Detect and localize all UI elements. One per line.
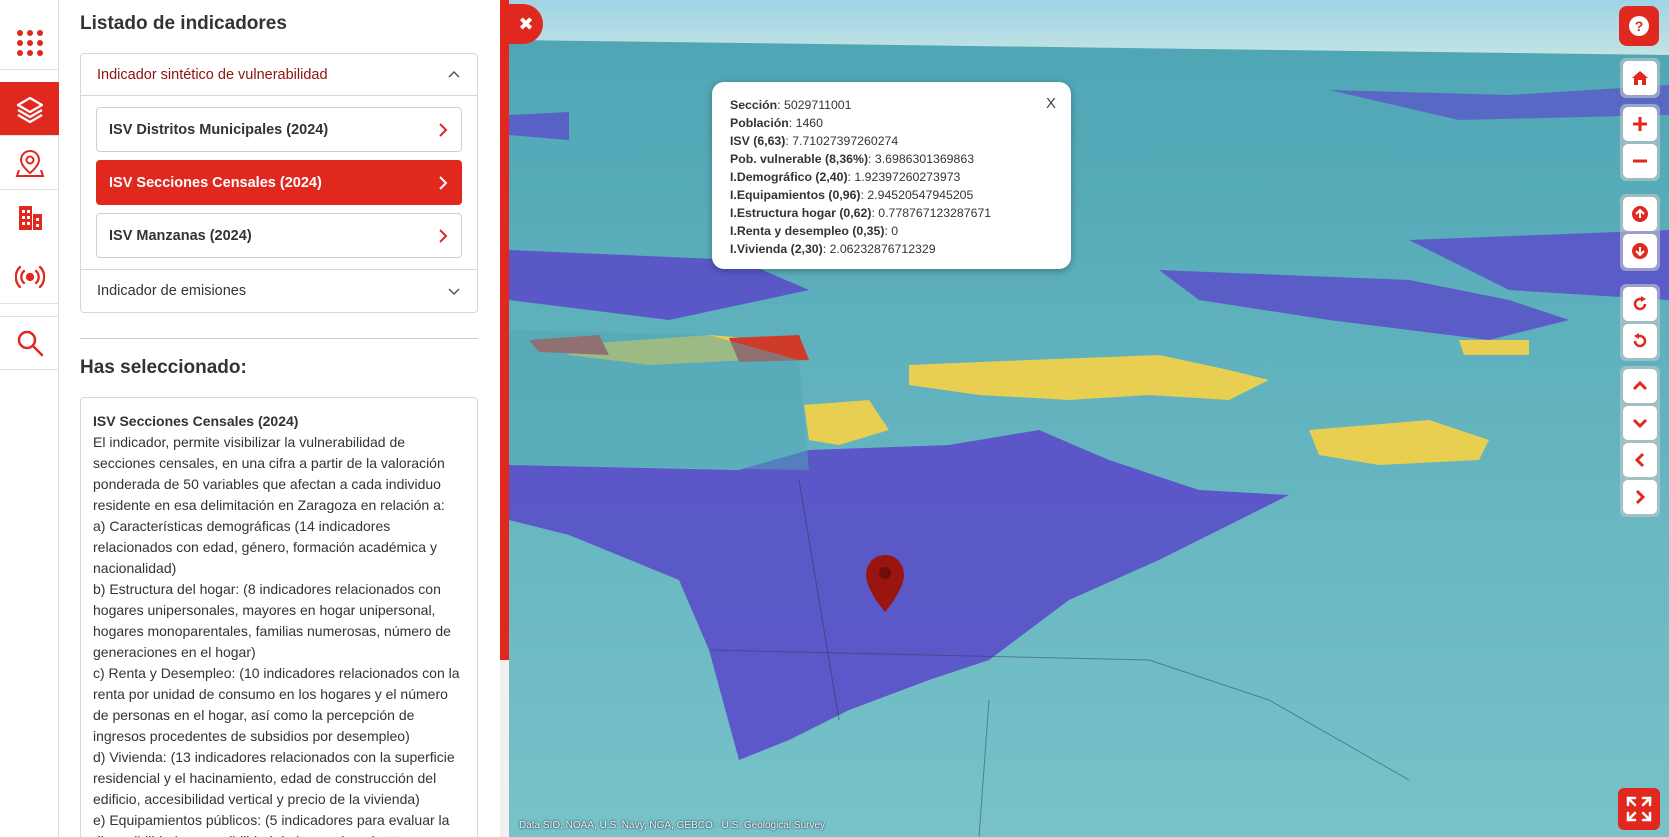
help-button[interactable]: ?	[1619, 6, 1659, 46]
icon-rail	[0, 0, 59, 837]
search-icon	[17, 330, 43, 357]
rotate-controls	[1620, 284, 1660, 361]
pan-controls	[1620, 366, 1660, 517]
popup-row-poblacion: Población: 1460	[730, 116, 823, 130]
plus-icon	[1633, 117, 1647, 131]
indicator-item-label: ISV Distritos Municipales (2024)	[109, 121, 329, 138]
help-icon: ?	[1629, 16, 1649, 36]
panel-title: Listado de indicadores	[80, 13, 287, 34]
indicator-description: ISV Secciones Censales (2024) El indicad…	[80, 397, 478, 837]
popup-row-isv: ISV (6,63): 7.71027397260274	[730, 134, 899, 148]
pan-left-button[interactable]	[1623, 443, 1657, 477]
home-icon	[1632, 71, 1648, 85]
home-button[interactable]	[1623, 61, 1657, 95]
zoom-out-button[interactable]	[1623, 144, 1657, 178]
indicators-accordion: Indicador sintético de vulnerabilidad IS…	[80, 53, 478, 313]
accordion-group-emissions[interactable]: Indicador de emisiones	[81, 270, 477, 312]
indicator-item-label: ISV Secciones Censales (2024)	[109, 174, 322, 191]
indicators-panel: Listado de indicadores Indicador sintéti…	[59, 0, 500, 837]
description-item-c: c) Renta y Desempleo: (10 indicadores re…	[93, 665, 460, 744]
panel-scroll-track	[500, 660, 509, 837]
map-attribution: Data SIO, NOAA, U.S. Navy, NGA, GEBCO · …	[519, 820, 826, 831]
chevron-left-icon	[1634, 452, 1645, 468]
pan-down-button[interactable]	[1623, 406, 1657, 440]
chevron-down-icon	[1632, 418, 1648, 429]
svg-text:?: ?	[1635, 18, 1644, 34]
arrow-down-circle-icon	[1632, 243, 1648, 259]
panel-resize-handle[interactable]	[500, 0, 509, 660]
popup-close-button[interactable]: X	[1046, 95, 1056, 113]
map-view[interactable]: X Sección: 5029711001 Población: 1460 IS…	[509, 0, 1669, 837]
zoom-in-button[interactable]	[1623, 107, 1657, 141]
accordion-group-label: Indicador de emisiones	[97, 283, 247, 299]
popup-row-vivienda: I.Vivienda (2,30): 2.06232876712329	[730, 242, 936, 256]
indicator-item-label: ISV Manzanas (2024)	[109, 227, 252, 244]
chevron-right-icon	[1635, 489, 1646, 505]
minus-icon	[1633, 159, 1647, 163]
map-scene	[509, 0, 1669, 837]
feature-popup: X Sección: 5029711001 Población: 1460 IS…	[712, 82, 1071, 269]
tilt-up-button[interactable]	[1623, 197, 1657, 231]
rotate-right-button[interactable]	[1623, 287, 1657, 321]
layers-icon	[16, 96, 43, 123]
accordion-group-label: Indicador sintético de vulnerabilidad	[97, 66, 328, 83]
tilt-controls	[1620, 194, 1660, 271]
broadcast-button[interactable]	[0, 250, 59, 304]
chevron-right-icon	[439, 122, 448, 137]
selected-heading: Has seleccionado:	[80, 357, 247, 378]
description-title: ISV Secciones Censales (2024)	[93, 413, 299, 429]
divider	[80, 338, 478, 339]
map-pin-icon	[15, 149, 44, 177]
accordion-body: ISV Distritos Municipales (2024) ISV Sec…	[81, 96, 477, 270]
description-item-a: a) Características demográficas (14 indi…	[93, 518, 437, 576]
indicator-item-secciones[interactable]: ISV Secciones Censales (2024)	[96, 160, 462, 205]
popup-row-equipamientos: I.Equipamientos (0,96): 2.94520547945205	[730, 188, 974, 202]
description-item-e: e) Equipamientos públicos: (5 indicadore…	[93, 812, 450, 837]
apps-grid-icon	[16, 29, 43, 56]
buildings-icon	[18, 206, 42, 230]
chevron-up-icon	[1632, 380, 1648, 391]
layers-button[interactable]	[0, 82, 59, 136]
fullscreen-icon	[1626, 796, 1652, 822]
buildings-button[interactable]	[0, 190, 59, 244]
description-item-d: d) Vivienda: (13 indicadores relacionado…	[93, 749, 455, 807]
arrow-up-circle-icon	[1632, 206, 1648, 222]
popup-row-demografico: I.Demográfico (2,40): 1.92397260273973	[730, 170, 961, 184]
rotate-clockwise-icon	[1633, 296, 1647, 311]
apps-grid-button[interactable]	[0, 16, 59, 70]
popup-row-pob-vulnerable: Pob. vulnerable (8,36%): 3.6986301369863	[730, 152, 975, 166]
rotate-counterclockwise-icon	[1633, 333, 1647, 348]
pan-right-button[interactable]	[1623, 480, 1657, 514]
navigation-controls	[1620, 58, 1660, 98]
popup-row-renta: I.Renta y desempleo (0,35): 0	[730, 224, 899, 238]
popup-row-seccion: Sección: 5029711001	[730, 98, 852, 112]
rotate-left-button[interactable]	[1623, 324, 1657, 358]
description-item-b: b) Estructura del hogar: (8 indicadores …	[93, 581, 451, 660]
accordion-group-vulnerability[interactable]: Indicador sintético de vulnerabilidad	[81, 54, 477, 96]
map-pin-button[interactable]	[0, 136, 59, 190]
chevron-up-icon	[448, 70, 460, 78]
chevron-down-icon	[448, 288, 460, 296]
fullscreen-button[interactable]	[1618, 788, 1660, 830]
search-button[interactable]	[0, 316, 59, 370]
broadcast-icon	[14, 265, 45, 288]
chevron-right-icon	[439, 175, 448, 190]
indicator-item-manzanas[interactable]: ISV Manzanas (2024)	[96, 213, 462, 258]
pan-up-button[interactable]	[1623, 369, 1657, 403]
zoom-controls	[1620, 104, 1660, 181]
tilt-down-button[interactable]	[1623, 234, 1657, 268]
indicator-item-distritos[interactable]: ISV Distritos Municipales (2024)	[96, 107, 462, 152]
description-text: El indicador, permite visibilizar la vul…	[93, 434, 445, 513]
popup-row-estructura-hogar: I.Estructura hogar (0,62): 0.77876712328…	[730, 206, 992, 220]
chevron-right-icon	[439, 228, 448, 243]
